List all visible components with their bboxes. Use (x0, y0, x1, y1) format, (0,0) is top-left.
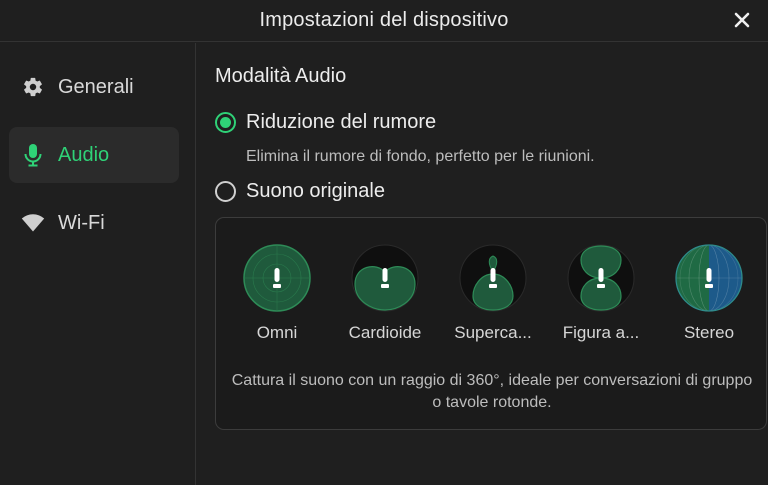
pattern-cardioid[interactable]: Cardioide (330, 244, 440, 350)
microphone-icon (20, 142, 46, 168)
cardioid-pattern-icon (351, 244, 419, 312)
stereo-pattern-icon (675, 244, 743, 312)
pattern-supercardioid[interactable]: Superca... (438, 244, 548, 350)
window-title: Impostazioni del dispositivo (259, 9, 509, 31)
section-title: Modalità Audio (215, 65, 347, 87)
omni-pattern-icon (243, 244, 311, 312)
option-label: Riduzione del rumore (246, 111, 437, 133)
option-label: Suono originale (246, 180, 385, 202)
sidebar-item-label: Wi-Fi (58, 211, 105, 234)
supercardioid-pattern-icon (459, 244, 527, 312)
pattern-label: Figura a... (562, 323, 640, 342)
sidebar: Generali Audio Wi-Fi (0, 43, 196, 485)
option-description: Elimina il rumore di fondo, perfetto per… (246, 148, 595, 165)
pattern-label: Stereo (683, 323, 735, 342)
sidebar-item-wifi[interactable]: Wi-Fi (9, 195, 179, 251)
pattern-label: Superca... (454, 323, 532, 342)
sidebar-item-label: Audio (58, 143, 110, 166)
sidebar-item-generali[interactable]: Generali (9, 59, 179, 115)
pattern-label: Omni (256, 323, 298, 342)
audio-settings-panel: Modalità Audio Riduzione del rumore Elim… (215, 43, 768, 485)
gear-icon (20, 74, 46, 100)
radio-unchecked[interactable] (215, 181, 236, 202)
figure-eight-pattern-icon (567, 244, 635, 312)
title-bar: Impostazioni del dispositivo (0, 0, 768, 42)
pattern-description: Cattura il suono con un raggio di 360°, … (231, 372, 753, 411)
pattern-omni[interactable]: Omni (222, 244, 332, 350)
option-noise-reduction[interactable]: Riduzione del rumore (215, 111, 436, 134)
pattern-label: Cardioide (348, 323, 422, 342)
wifi-icon (20, 210, 46, 236)
radio-checked[interactable] (215, 112, 236, 133)
radio-dot (220, 117, 231, 128)
pattern-figure-eight[interactable]: Figura a... (546, 244, 656, 350)
pickup-pattern-panel: Omni Cardioide Superca... Figura a... St… (215, 217, 767, 430)
close-button[interactable] (728, 6, 756, 34)
close-icon (734, 12, 750, 28)
sidebar-item-audio[interactable]: Audio (9, 127, 179, 183)
option-original-sound[interactable]: Suono originale (215, 180, 385, 203)
pattern-stereo[interactable]: Stereo (654, 244, 764, 350)
sidebar-item-label: Generali (58, 75, 134, 98)
